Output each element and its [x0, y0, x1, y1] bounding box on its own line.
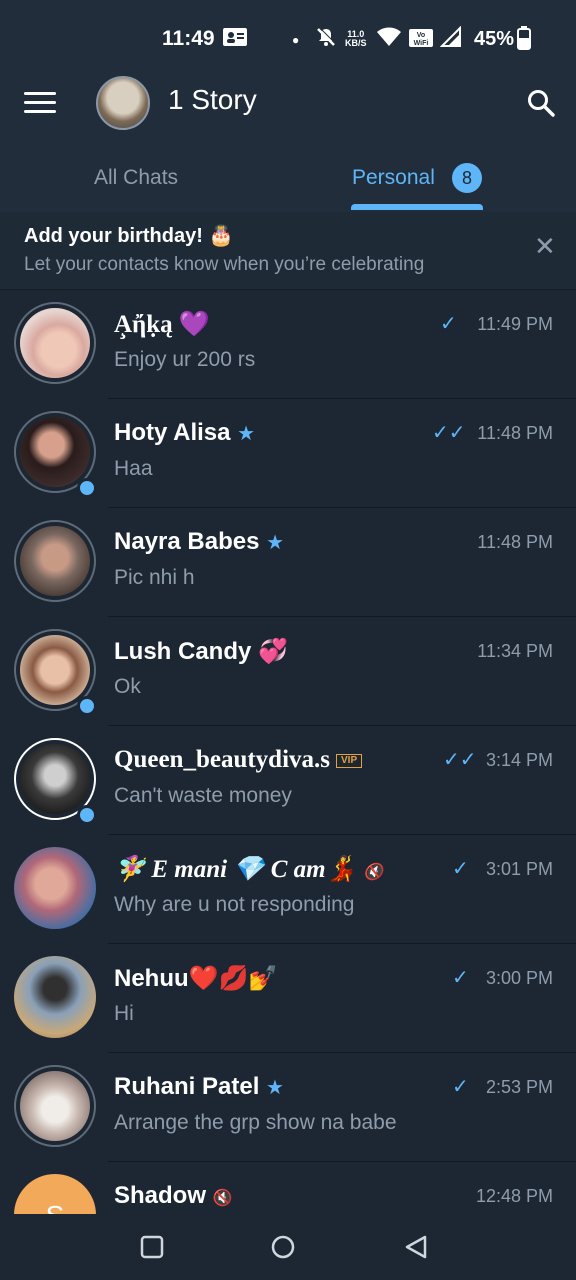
- home-button[interactable]: [270, 1234, 296, 1260]
- chat-name: 🧚‍♀️ E mani 💎 C am💃 🔇: [114, 855, 383, 884]
- chat-name-text: Hoty Alisa: [114, 419, 231, 446]
- page-title[interactable]: 1 Story: [168, 84, 257, 116]
- chat-name: Lush Candy 💞: [114, 637, 288, 666]
- chat-time: 11:48 PM: [477, 423, 553, 443]
- read-double-check-icon: ✓✓: [432, 422, 466, 444]
- dot-icon: ●: [292, 33, 300, 47]
- chat-row-queen-beautydiva[interactable]: Queen_beautydiva.s VIP ✓✓ 3:14 PM Can't w…: [0, 726, 576, 835]
- chat-name-text: Nayra Babes: [114, 528, 260, 555]
- chat-last-message: Pic nhi h: [114, 566, 195, 589]
- online-indicator: [77, 478, 97, 498]
- unread-count-badge: 8: [452, 163, 482, 193]
- chat-name-text: Nehuu❤️💋💅: [114, 965, 279, 992]
- chat-last-message: Why are u not responding: [114, 893, 355, 916]
- svg-text:Vo: Vo: [417, 32, 425, 39]
- chat-row-emani-cam[interactable]: 🧚‍♀️ E mani 💎 C am💃 🔇 ✓ 3:01 PM Why are …: [0, 835, 576, 944]
- premium-star-icon: ★: [266, 532, 285, 554]
- avatar: [14, 847, 96, 929]
- app-header: 1 Story All Chats Personal 8: [0, 76, 576, 212]
- menu-icon[interactable]: [24, 92, 56, 114]
- chat-time: 11:34 PM: [477, 641, 553, 661]
- online-indicator: [77, 696, 97, 716]
- read-double-check-icon: ✓✓: [443, 749, 477, 771]
- chat-name: Nayra Babes ★: [114, 528, 284, 556]
- chat-row-lush-candy[interactable]: Lush Candy 💞 11:34 PM Ok: [0, 617, 576, 726]
- svg-text:WiFi: WiFi: [414, 40, 429, 47]
- battery-icon: [517, 26, 531, 58]
- star-emoji-icon: 💜: [178, 311, 211, 338]
- chat-row-ruhani-patel[interactable]: Ruhani Patel ★ ✓ 2:53 PM Arrange the grp…: [0, 1053, 576, 1162]
- active-tab-indicator: [351, 204, 483, 210]
- avatar: [14, 302, 96, 384]
- recents-button[interactable]: [139, 1234, 165, 1260]
- chat-last-message: Arrange the grp show na babe: [114, 1111, 397, 1134]
- chat-last-message: Hi: [114, 1002, 134, 1025]
- chat-name: A̧ἤḳą 💜: [114, 310, 210, 339]
- close-icon[interactable]: ✕: [534, 233, 556, 259]
- chat-row-anika[interactable]: A̧ἤḳą 💜 ✓ 11:49 PM Enjoy ur 200 rs: [0, 290, 576, 399]
- chat-row-hoty-alisa[interactable]: Hoty Alisa ★ ✓✓ 11:48 PM Haa: [0, 399, 576, 508]
- chat-time: 3:14 PM: [485, 750, 553, 770]
- chat-name-text: Lush Candy: [114, 638, 252, 665]
- chat-name: Shadow 🔇: [114, 1182, 233, 1210]
- system-nav-bar: [0, 1214, 576, 1280]
- volte-wifi-icon: Vo WiFi: [408, 28, 434, 56]
- chat-row-nehuu[interactable]: Nehuu❤️💋💅 ✓ 3:00 PM Hi: [0, 944, 576, 1053]
- tab-all-chats[interactable]: All Chats: [94, 166, 178, 190]
- avatar: [14, 956, 96, 1038]
- chat-time: 11:48 PM: [477, 532, 553, 552]
- hearts-emoji-icon: 💞: [258, 638, 288, 665]
- battery-percent: 45%: [474, 28, 515, 50]
- premium-star-icon: ★: [237, 423, 256, 445]
- contacts-icon: [222, 26, 248, 56]
- chat-name-text: Queen_beautydiva.s: [114, 746, 331, 773]
- sent-check-icon: ✓: [452, 1076, 469, 1098]
- chat-name-text: 🧚‍♀️ E mani 💎 C am💃: [114, 856, 357, 883]
- search-icon[interactable]: [526, 88, 556, 118]
- premium-star-icon: ★: [266, 1077, 284, 1099]
- mute-notification-icon: [315, 26, 337, 56]
- avatar: [14, 1065, 96, 1147]
- birthday-banner[interactable]: Add your birthday! 🎂 Let your contacts k…: [0, 212, 576, 290]
- tab-personal[interactable]: Personal: [352, 166, 435, 190]
- muted-icon: 🔇: [212, 1190, 233, 1207]
- chat-last-message: Enjoy ur 200 rs: [114, 348, 256, 371]
- chat-name: Hoty Alisa ★: [114, 419, 255, 447]
- banner-subtitle: Let your contacts know when you’re celeb…: [24, 254, 425, 275]
- chat-time: 12:48 PM: [475, 1186, 553, 1206]
- status-bar: 11:49 ● 11.0 KB/S Vo WiFi 45%: [0, 0, 576, 76]
- avatar: [14, 520, 96, 602]
- wifi-icon: [376, 26, 402, 56]
- chat-last-message: Can't waste money: [114, 784, 292, 807]
- sent-check-icon: ✓: [452, 858, 469, 880]
- back-button[interactable]: [403, 1234, 429, 1260]
- story-avatar[interactable]: [96, 76, 150, 130]
- status-time: 11:49: [162, 27, 215, 50]
- sent-check-icon: ✓: [452, 967, 469, 989]
- muted-icon: 🔇: [362, 864, 383, 881]
- signal-icon: [439, 25, 462, 56]
- chat-time: 2:53 PM: [485, 1077, 553, 1097]
- chat-time: 11:49 PM: [477, 314, 553, 334]
- chat-last-message: Haa: [114, 457, 153, 480]
- chat-name-text: A̧ἤḳą: [114, 311, 173, 338]
- chat-last-message: Ok: [114, 675, 141, 698]
- online-indicator: [77, 805, 97, 825]
- chat-name-text: Shadow: [114, 1182, 207, 1209]
- sent-check-icon: ✓: [440, 313, 457, 335]
- chat-time: 3:01 PM: [485, 859, 553, 879]
- chat-row-nayra-babes[interactable]: Nayra Babes ★ 11:48 PM Pic nhi h: [0, 508, 576, 617]
- network-speed-unit: KB/S: [345, 38, 367, 48]
- chat-list: A̧ἤḳą 💜 ✓ 11:49 PM Enjoy ur 200 rs Hoty …: [0, 290, 576, 1271]
- banner-title: Add your birthday! 🎂: [24, 225, 234, 247]
- chat-name: Nehuu❤️💋💅: [114, 964, 278, 993]
- chat-name: Ruhani Patel ★: [114, 1073, 284, 1101]
- chat-name: Queen_beautydiva.s VIP: [114, 746, 363, 774]
- vip-badge: VIP: [336, 754, 363, 769]
- network-speed: 11.0 KB/S: [345, 30, 367, 48]
- chat-time: 3:00 PM: [485, 968, 553, 988]
- chat-name-text: Ruhani Patel: [114, 1073, 260, 1100]
